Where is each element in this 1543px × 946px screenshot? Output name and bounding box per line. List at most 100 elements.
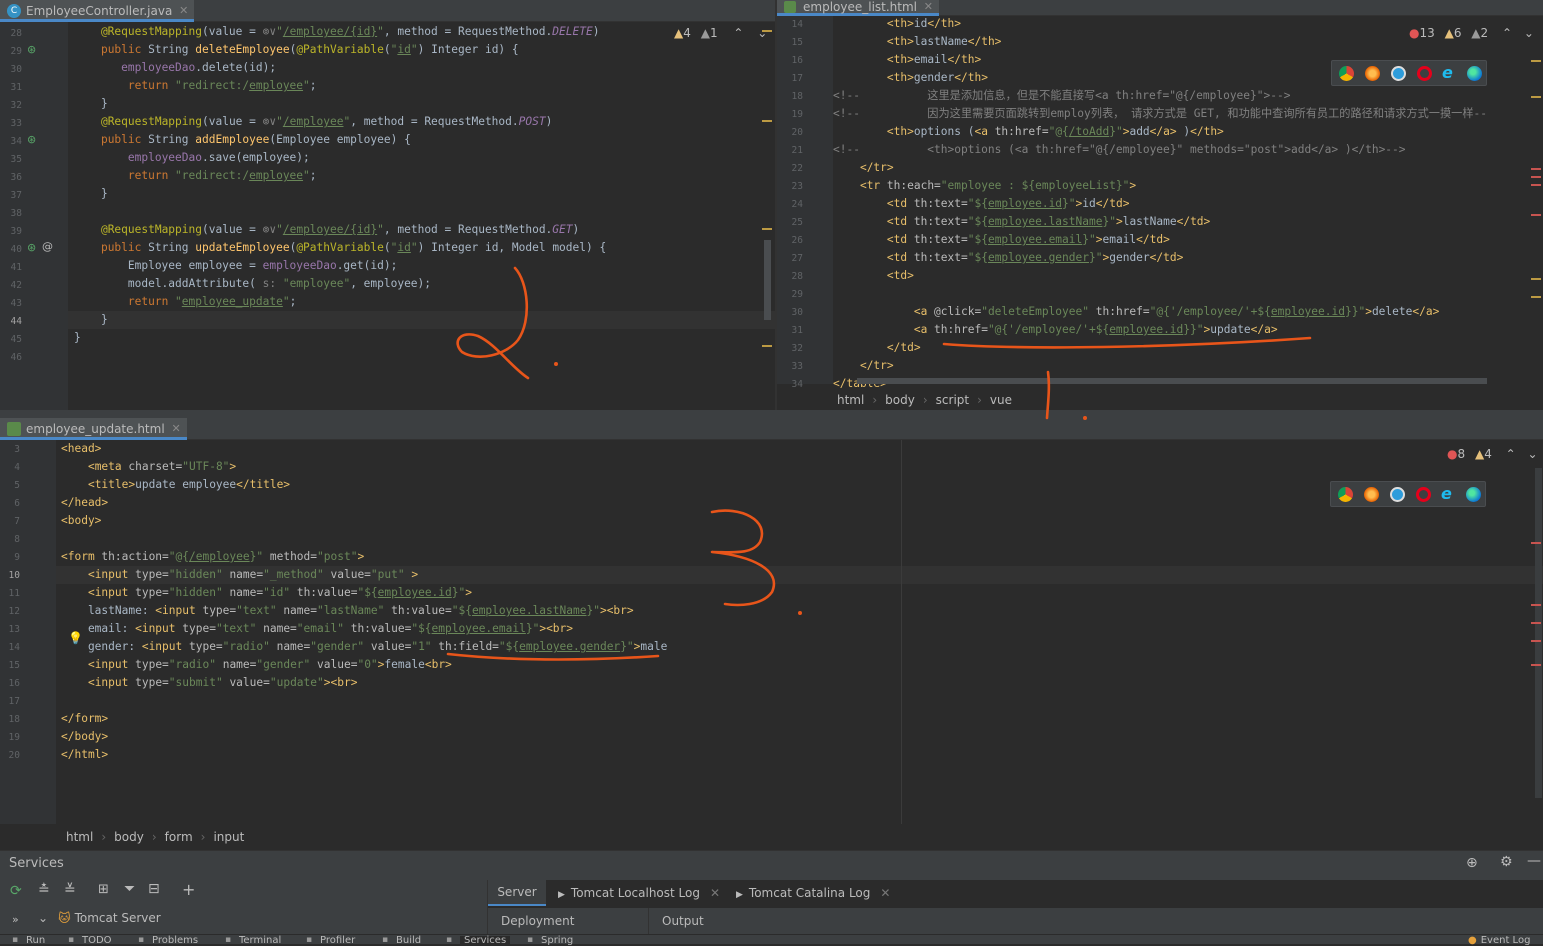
more-icon[interactable]: » [12, 913, 19, 926]
tab-server[interactable]: Server [488, 880, 546, 906]
line-number: 12 [8, 606, 20, 617]
firefox-icon[interactable] [1364, 487, 1379, 502]
line-number: 34 [791, 379, 803, 390]
horizontal-splitter[interactable] [0, 410, 1543, 418]
line-number: 14 [8, 642, 20, 653]
browser-preview-bar: e [1331, 60, 1487, 86]
close-tab-icon[interactable]: ✕ [924, 0, 933, 14]
safari-icon[interactable] [1390, 487, 1405, 502]
chevron-up-icon[interactable]: ⌃ [733, 26, 743, 40]
tab-employee-update[interactable]: employee_update.html ✕ [0, 418, 187, 440]
breadcrumb-item[interactable]: input [213, 830, 244, 844]
breadcrumb-item[interactable]: html [66, 830, 93, 844]
opera-icon[interactable] [1417, 66, 1432, 81]
tool-window-button-todo[interactable]: TODO [82, 936, 112, 946]
breadcrumb-item[interactable]: body [114, 830, 144, 844]
line-number: 44 [10, 316, 22, 327]
group-icon[interactable]: ⊞ [98, 882, 109, 897]
close-tab-icon[interactable]: ✕ [171, 418, 180, 440]
line-number: 28 [10, 28, 22, 39]
line-number: 16 [791, 55, 803, 66]
add-icon[interactable]: + [182, 880, 195, 899]
editor-tab-bar: employee_update.html ✕ [0, 418, 1543, 440]
filter-icon[interactable]: ⏷ [124, 881, 135, 897]
new-tab-icon[interactable]: ⊟ [148, 881, 160, 897]
tab-employee-controller[interactable]: C EmployeeController.java ✕ [0, 0, 195, 22]
line-number: 24 [791, 199, 803, 210]
opera-icon[interactable] [1416, 487, 1431, 502]
tool-window-button-services[interactable]: Services [460, 936, 511, 946]
ie-icon[interactable]: e [1442, 63, 1453, 82]
ie-icon[interactable]: e [1441, 484, 1452, 503]
chrome-icon[interactable] [1339, 66, 1354, 81]
rerun-icon[interactable]: ⟳ [10, 883, 22, 899]
tool-window-button-build[interactable]: Build [396, 936, 421, 946]
tool-window-button-terminal[interactable]: Terminal [239, 936, 281, 946]
chevron-down-icon[interactable]: ⌄ [1524, 26, 1534, 40]
inspection-widget[interactable]: ●8 ▲4 ⌃ ⌄ [1447, 447, 1538, 461]
output-header: Output [648, 908, 1543, 935]
chevron-up-icon[interactable]: ⌃ [1506, 447, 1516, 461]
inspection-widget[interactable]: ●13 ▲6 ▲2 ⌃ ⌄ [1409, 26, 1534, 40]
expand-all-icon[interactable]: ≛ [38, 882, 50, 898]
run-gutter-icon[interactable]: ⊛ [27, 241, 36, 254]
tree-item-tomcat[interactable]: ⌄ 🐱 Tomcat Server [38, 908, 161, 928]
services-detail-panel: Server ▶ Tomcat Localhost Log ✕ ▶ Tomcat Ca… [487, 880, 1543, 935]
breadcrumb-item[interactable]: html [837, 393, 864, 407]
line-number: 13 [8, 624, 20, 635]
error-stripe [1531, 542, 1541, 544]
breadcrumb: html › body › form › input [66, 830, 245, 844]
chrome-icon[interactable] [1338, 487, 1353, 502]
close-tab-icon[interactable]: ✕ [179, 0, 188, 22]
chevron-down-icon[interactable]: ⌄ [1528, 447, 1538, 461]
tool-window-button-run[interactable]: Run [26, 936, 45, 946]
chevron-down-icon[interactable]: ⌄ [38, 911, 48, 925]
line-number: 6 [14, 498, 20, 509]
run-gutter-icon[interactable]: ⊛ [27, 43, 36, 56]
gear-icon[interactable]: ⚙ [1500, 854, 1513, 870]
close-tab-icon[interactable]: ✕ [710, 886, 720, 900]
line-number: 28 [791, 271, 803, 282]
crosshair-icon[interactable]: ⊕ [1466, 855, 1478, 871]
tool-window-button-problems[interactable]: Problems [152, 936, 198, 946]
edge-icon[interactable] [1467, 66, 1482, 81]
tab-catalina-log[interactable]: ▶ Tomcat Catalina Log ✕ [736, 880, 890, 906]
error-stripe [1531, 604, 1541, 606]
minimize-icon[interactable]: — [1527, 853, 1541, 869]
chevron-down-icon[interactable]: ⌄ [757, 26, 767, 40]
line-number: 23 [791, 181, 803, 192]
line-number: 17 [791, 73, 803, 84]
tool-window-button-spring[interactable]: Spring [541, 936, 573, 946]
vertical-scrollbar[interactable] [1535, 468, 1542, 798]
services-tool-window: Services ⊕ ⚙ — ⟳ ≛ ≚ ⊞ ⏷ ⊟ + ⌄ 🐱 Tomcat Se… [0, 850, 1543, 935]
chevron-up-icon[interactable]: ⌃ [1502, 26, 1512, 40]
tab-employee-list[interactable]: employee_list.html ✕ [777, 0, 940, 16]
line-number: 15 [8, 660, 20, 671]
line-number: 38 [10, 208, 22, 219]
tab-localhost-log[interactable]: ▶ Tomcat Localhost Log ✕ [558, 880, 720, 906]
warning-icon: ▲ [1444, 26, 1454, 40]
line-number: 4 [14, 462, 20, 473]
right-margin-guide [901, 440, 902, 824]
tool-window-button-profiler[interactable]: Profiler [320, 936, 355, 946]
breadcrumb-item[interactable]: vue [990, 393, 1012, 407]
vertical-scrollbar[interactable] [764, 240, 771, 320]
breadcrumb-item[interactable]: script [936, 393, 969, 407]
event-log-button[interactable]: ● Event Log [1468, 936, 1530, 946]
firefox-icon[interactable] [1365, 66, 1380, 81]
horizontal-scrollbar[interactable] [857, 378, 1487, 384]
run-gutter-icon[interactable]: ⊛ [27, 133, 36, 146]
close-tab-icon[interactable]: ✕ [880, 886, 890, 900]
error-stripe [1531, 176, 1541, 178]
inspection-widget[interactable]: ▲4 ▲1 ⌃ ⌄ [674, 26, 767, 40]
safari-icon[interactable] [1391, 66, 1406, 81]
html-code: <head> <meta charset="UTF-8"> <title>upd… [61, 442, 668, 761]
line-number: 18 [8, 714, 20, 725]
edge-icon[interactable] [1466, 487, 1481, 502]
breadcrumb-item[interactable]: form [165, 830, 193, 844]
error-icon: ● [1447, 447, 1458, 461]
line-number: 21 [791, 145, 803, 156]
breadcrumb-item[interactable]: body [885, 393, 915, 407]
collapse-all-icon[interactable]: ≚ [64, 882, 76, 898]
line-number: 46 [10, 352, 22, 363]
